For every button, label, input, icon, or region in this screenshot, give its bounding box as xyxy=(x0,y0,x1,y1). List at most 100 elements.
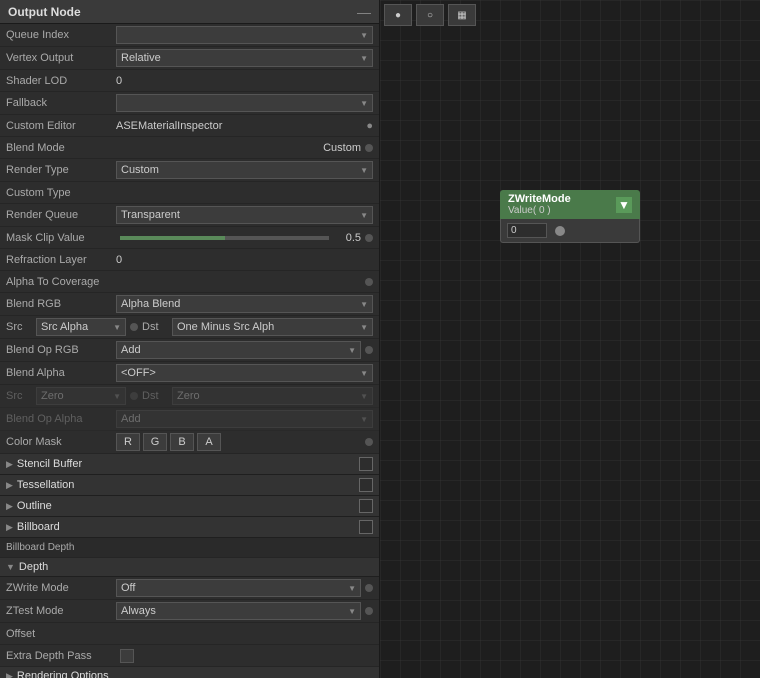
blend-rgb-label: Blend RGB xyxy=(6,298,116,310)
node-body xyxy=(500,219,640,243)
stencil-header[interactable]: ▶ Stencil Buffer xyxy=(0,454,379,475)
panel-title: Output Node xyxy=(8,5,81,19)
src-value: Src Alpha xyxy=(41,321,88,333)
fallback-arrow: ▼ xyxy=(360,99,368,108)
blend-op-rgb-label: Blend Op RGB xyxy=(6,344,116,356)
blend-mode-dot xyxy=(365,144,373,152)
panel-content: Queue Index ▼ Vertex Output Relative ▼ S… xyxy=(0,24,379,678)
row-blend-op-alpha: Blend Op Alpha Add ▼ xyxy=(0,408,379,431)
src2-dot xyxy=(130,392,138,400)
row-shader-lod: Shader LOD 0 xyxy=(0,70,379,92)
billboard-arrow: ▶ xyxy=(6,522,13,533)
ztest-arrow: ▼ xyxy=(348,607,356,616)
blend-rgb-value: Alpha Blend xyxy=(121,298,180,310)
src2-dropdown: Zero ▼ xyxy=(36,387,126,405)
row-render-queue: Render Queue Transparent ▼ xyxy=(0,204,379,227)
outline-header[interactable]: ▶ Outline xyxy=(0,496,379,517)
node-expand-btn[interactable]: ▼ xyxy=(616,197,632,213)
custom-editor-value: ASEMaterialInspector xyxy=(116,120,366,132)
rendering-options-header[interactable]: ▶ Rendering Options xyxy=(0,667,379,678)
tessellation-title: Tessellation xyxy=(17,479,74,491)
dst-dropdown[interactable]: One Minus Src Alph ▼ xyxy=(172,318,373,336)
ztest-dot xyxy=(365,607,373,615)
dst2-dropdown: Zero ▼ xyxy=(172,387,373,405)
ztest-dropdown[interactable]: Always ▼ xyxy=(116,602,361,620)
stencil-checkbox[interactable] xyxy=(359,457,373,471)
row-refraction-layer: Refraction Layer 0 xyxy=(0,249,379,271)
dst2-label: Dst xyxy=(142,390,172,402)
node-title: ZWriteMode xyxy=(508,193,571,205)
mask-clip-track[interactable] xyxy=(120,236,329,240)
color-a-btn[interactable]: A xyxy=(197,433,221,451)
blend-rgb-dropdown[interactable]: Alpha Blend ▼ xyxy=(116,295,373,313)
mask-clip-fill xyxy=(120,236,225,240)
vertex-output-arrow: ▼ xyxy=(360,54,368,63)
panel-icon2: ○ xyxy=(427,10,433,21)
tessellation-header[interactable]: ▶ Tessellation xyxy=(0,475,379,496)
node-canvas: ● ○ ▦ ZWriteMode Value( 0 ) ▼ xyxy=(380,0,760,678)
depth-title: Depth xyxy=(19,561,48,573)
render-type-dropdown[interactable]: Custom ▼ xyxy=(116,161,373,179)
blend-op-rgb-dropdown[interactable]: Add ▼ xyxy=(116,341,361,359)
blend-rgb-arrow: ▼ xyxy=(360,300,368,309)
extra-depth-checkbox[interactable] xyxy=(120,649,134,663)
billboard-header[interactable]: ▶ Billboard xyxy=(0,517,379,538)
billboard-checkbox[interactable] xyxy=(359,520,373,534)
zwrite-dropdown[interactable]: Off ▼ xyxy=(116,579,361,597)
outline-checkbox[interactable] xyxy=(359,499,373,513)
icon-btn-3[interactable]: ▦ xyxy=(448,4,476,26)
render-queue-value: Transparent xyxy=(121,209,180,221)
blend-alpha-dropdown[interactable]: <OFF> ▼ xyxy=(116,364,373,382)
row-ztest: ZTest Mode Always ▼ xyxy=(0,600,379,623)
color-r-btn[interactable]: R xyxy=(116,433,140,451)
panel-icon1: ● xyxy=(395,10,401,21)
row-alpha-coverage: Alpha To Coverage xyxy=(0,271,379,293)
row-src-dst: Src Src Alpha ▼ Dst One Minus Src Alph ▼ xyxy=(0,316,379,339)
refraction-layer-label: Refraction Layer xyxy=(6,254,116,266)
mask-clip-dot xyxy=(365,234,373,242)
zwrite-arrow: ▼ xyxy=(348,584,356,593)
offset-label: Offset xyxy=(6,628,116,640)
color-b-btn[interactable]: B xyxy=(170,433,194,451)
fallback-dropdown[interactable]: ▼ xyxy=(116,94,373,112)
row-render-type: Render Type Custom ▼ xyxy=(0,159,379,182)
row-color-mask: Color Mask R G B A xyxy=(0,431,379,454)
stencil-arrow: ▶ xyxy=(6,459,13,470)
blend-mode-value: Custom xyxy=(323,142,361,154)
rendering-options-arrow: ▶ xyxy=(6,671,13,678)
node-input[interactable] xyxy=(507,223,547,238)
fallback-label: Fallback xyxy=(6,97,116,109)
render-queue-dropdown[interactable]: Transparent ▼ xyxy=(116,206,373,224)
src-dropdown[interactable]: Src Alpha ▼ xyxy=(36,318,126,336)
render-type-label: Render Type xyxy=(6,164,116,176)
node-zwritemode[interactable]: ZWriteMode Value( 0 ) ▼ xyxy=(500,190,640,243)
icon-btn-2[interactable]: ○ xyxy=(416,4,444,26)
row-offset: Offset xyxy=(0,623,379,645)
node-output-connector[interactable] xyxy=(555,226,565,236)
render-queue-label: Render Queue xyxy=(6,209,116,221)
row-custom-editor: Custom Editor ASEMaterialInspector ● xyxy=(0,115,379,137)
depth-arrow: ▼ xyxy=(6,562,15,572)
tessellation-arrow: ▶ xyxy=(6,480,13,491)
outline-arrow: ▶ xyxy=(6,501,13,512)
panel-icon3: ▦ xyxy=(457,10,466,21)
blend-op-rgb-value: Add xyxy=(121,344,141,356)
icon-btn-1[interactable]: ● xyxy=(384,4,412,26)
row-fallback: Fallback ▼ xyxy=(0,92,379,115)
blend-op-alpha-value: Add xyxy=(121,413,141,425)
vertex-output-dropdown[interactable]: Relative ▼ xyxy=(116,49,373,67)
color-g-btn[interactable]: G xyxy=(143,433,167,451)
close-icon[interactable]: — xyxy=(357,4,371,20)
tessellation-checkbox[interactable] xyxy=(359,478,373,492)
queue-index-dropdown[interactable]: ▼ xyxy=(116,26,373,44)
shader-lod-value: 0 xyxy=(116,75,373,87)
stencil-title: Stencil Buffer xyxy=(17,458,82,470)
vertex-output-value: Relative xyxy=(121,52,161,64)
zwrite-value: Off xyxy=(121,582,135,594)
render-queue-arrow: ▼ xyxy=(360,211,368,220)
blend-op-alpha-dropdown: Add ▼ xyxy=(116,410,373,428)
depth-header[interactable]: ▼ Depth xyxy=(0,558,379,577)
row-src-dst2: Src Zero ▼ Dst Zero ▼ xyxy=(0,385,379,408)
row-blend-rgb: Blend RGB Alpha Blend ▼ xyxy=(0,293,379,316)
row-blend-op-rgb: Blend Op RGB Add ▼ xyxy=(0,339,379,362)
